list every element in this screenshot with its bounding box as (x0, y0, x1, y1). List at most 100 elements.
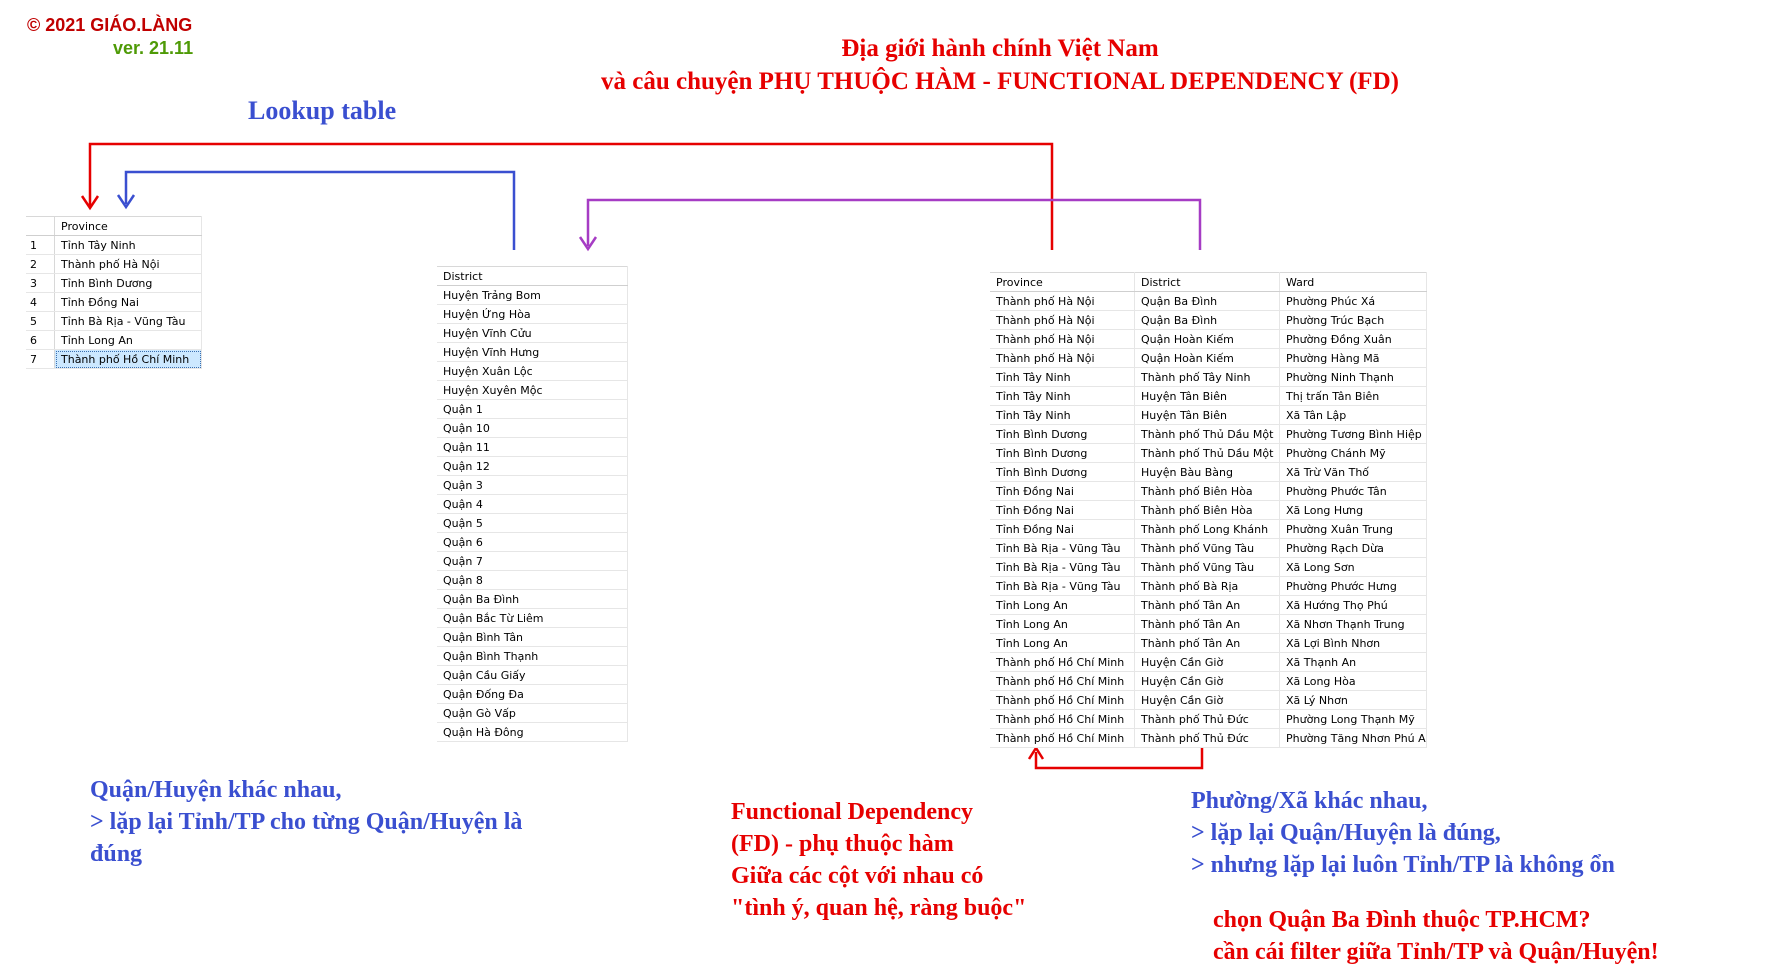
ward-cell[interactable]: Xã Long Sơn (1279, 557, 1427, 577)
district-row[interactable]: Quận 8 (437, 570, 628, 590)
ward-cell[interactable]: Xã Long Hòa (1279, 671, 1427, 691)
ward-district-cell[interactable]: Huyện Tân Biên (1134, 405, 1280, 425)
ward-district-cell[interactable]: Thành phố Biên Hòa (1134, 500, 1280, 520)
ward-province-column-header[interactable]: Province (990, 272, 1135, 292)
district-cell[interactable]: Quận 1 (437, 399, 628, 419)
district-row[interactable]: Quận 3 (437, 475, 628, 495)
ward-row[interactable]: Tỉnh Đồng Nai Thành phố Biên Hòa Phường Ph… (990, 481, 1427, 501)
district-cell[interactable]: Quận 10 (437, 418, 628, 438)
ward-district-cell[interactable]: Thành phố Tân An (1134, 595, 1280, 615)
district-column-header[interactable]: District (437, 266, 628, 286)
ward-cell[interactable]: Phường Tương Bình Hiệp (1279, 424, 1427, 444)
ward-row[interactable]: Thành phố Hồ Chí Minh Huyện Cần Giờ Xã Lon… (990, 671, 1427, 691)
ward-province-cell[interactable]: Thành phố Hà Nội (990, 310, 1135, 330)
ward-cell[interactable]: Xã Thạnh An (1279, 652, 1427, 672)
ward-province-cell[interactable]: Tỉnh Bình Dương (990, 424, 1135, 444)
ward-cell[interactable]: Xã Long Hưng (1279, 500, 1427, 520)
ward-row[interactable]: Thành phố Hà Nội Quận Ba Đình Phường Trúc … (990, 310, 1427, 330)
ward-province-cell[interactable]: Tỉnh Bình Dương (990, 443, 1135, 463)
ward-row[interactable]: Tỉnh Bình Dương Huyện Bàu Bàng Xã Trừ Văn … (990, 462, 1427, 482)
ward-cell[interactable]: Phường Phước Tân (1279, 481, 1427, 501)
province-cell[interactable]: Tỉnh Bình Dương (54, 273, 202, 293)
ward-district-cell[interactable]: Thành phố Thủ Dầu Một (1134, 424, 1280, 444)
ward-district-cell[interactable]: Quận Hoàn Kiếm (1134, 329, 1280, 349)
district-cell[interactable]: Quận Đống Đa (437, 684, 628, 704)
province-row[interactable]: 5 Tỉnh Bà Rịa - Vũng Tàu (26, 311, 202, 331)
ward-province-cell[interactable]: Tỉnh Tây Ninh (990, 405, 1135, 425)
district-row[interactable]: Huyện Xuyên Mộc (437, 380, 628, 400)
district-row[interactable]: Quận 1 (437, 399, 628, 419)
district-cell[interactable]: Quận Cầu Giấy (437, 665, 628, 685)
ward-row[interactable]: Tỉnh Đồng Nai Thành phố Long Khánh Phường … (990, 519, 1427, 539)
ward-cell[interactable]: Phường Phước Hưng (1279, 576, 1427, 596)
ward-province-cell[interactable]: Thành phố Hồ Chí Minh (990, 709, 1135, 729)
province-row[interactable]: 2 Thành phố Hà Nội (26, 254, 202, 274)
district-row[interactable]: Quận Bình Thạnh (437, 646, 628, 666)
district-cell[interactable]: Huyện Trảng Bom (437, 285, 628, 305)
district-cell[interactable]: Quận 11 (437, 437, 628, 457)
ward-row[interactable]: Tỉnh Long An Thành phố Tân An Xã Nhơn Thạn… (990, 614, 1427, 634)
district-row[interactable]: Quận Gò Vấp (437, 703, 628, 723)
ward-province-cell[interactable]: Thành phố Hà Nội (990, 329, 1135, 349)
district-cell[interactable]: Quận Gò Vấp (437, 703, 628, 723)
district-row[interactable]: Quận Ba Đình (437, 589, 628, 609)
district-cell[interactable]: Quận 4 (437, 494, 628, 514)
ward-district-cell[interactable]: Quận Ba Đình (1134, 291, 1280, 311)
ward-cell[interactable]: Xã Trừ Văn Thố (1279, 462, 1427, 482)
ward-cell[interactable]: Phường Đồng Xuân (1279, 329, 1427, 349)
ward-province-cell[interactable]: Tỉnh Bình Dương (990, 462, 1135, 482)
ward-district-cell[interactable]: Quận Ba Đình (1134, 310, 1280, 330)
ward-row[interactable]: Thành phố Hồ Chí Minh Huyện Cần Giờ Xã Thạ… (990, 652, 1427, 672)
ward-row[interactable]: Thành phố Hồ Chí Minh Thành phố Thủ Đức Ph… (990, 728, 1427, 748)
district-cell[interactable]: Quận 5 (437, 513, 628, 533)
ward-province-cell[interactable]: Tỉnh Bà Rịa - Vũng Tàu (990, 557, 1135, 577)
ward-ward-column-header[interactable]: Ward (1279, 272, 1427, 292)
ward-row[interactable]: Thành phố Hà Nội Quận Hoàn Kiếm Phường Hàn… (990, 348, 1427, 368)
ward-cell[interactable]: Xã Tân Lập (1279, 405, 1427, 425)
district-row[interactable]: Quận 11 (437, 437, 628, 457)
ward-district-cell[interactable]: Quận Hoàn Kiếm (1134, 348, 1280, 368)
ward-district-cell[interactable]: Thành phố Tân An (1134, 614, 1280, 634)
ward-province-cell[interactable]: Tỉnh Đồng Nai (990, 500, 1135, 520)
ward-cell[interactable]: Phường Ninh Thạnh (1279, 367, 1427, 387)
district-row[interactable]: Quận 12 (437, 456, 628, 476)
province-row[interactable]: 7 Thành phố Hồ Chí Minh (26, 349, 202, 369)
district-row[interactable]: Quận 7 (437, 551, 628, 571)
ward-cell[interactable]: Phường Phúc Xá (1279, 291, 1427, 311)
district-row[interactable]: Huyện Vĩnh Hưng (437, 342, 628, 362)
province-row[interactable]: 6 Tỉnh Long An (26, 330, 202, 350)
ward-cell[interactable]: Phường Trúc Bạch (1279, 310, 1427, 330)
ward-district-cell[interactable]: Thành phố Thủ Đức (1134, 728, 1280, 748)
ward-row[interactable]: Thành phố Hà Nội Quận Hoàn Kiếm Phường Đồn… (990, 329, 1427, 349)
province-cell[interactable]: Tỉnh Long An (54, 330, 202, 350)
district-cell[interactable]: Quận Hà Đông (437, 722, 628, 742)
ward-cell[interactable]: Phường Rạch Dừa (1279, 538, 1427, 558)
row-number-cell[interactable]: 2 (26, 254, 55, 274)
ward-district-cell[interactable]: Thành phố Vũng Tàu (1134, 538, 1280, 558)
district-row[interactable]: Quận 6 (437, 532, 628, 552)
ward-province-cell[interactable]: Tỉnh Đồng Nai (990, 481, 1135, 501)
ward-row[interactable]: Tỉnh Bà Rịa - Vũng Tàu Thành phố Vũng Tàu… (990, 557, 1427, 577)
district-row[interactable]: Huyện Xuân Lộc (437, 361, 628, 381)
district-cell[interactable]: Huyện Vĩnh Hưng (437, 342, 628, 362)
ward-cell[interactable]: Phường Chánh Mỹ (1279, 443, 1427, 463)
ward-province-cell[interactable]: Thành phố Hà Nội (990, 291, 1135, 311)
province-column-header[interactable]: Province (54, 216, 202, 236)
district-row[interactable]: Quận Bình Tân (437, 627, 628, 647)
district-cell[interactable]: Quận Bình Tân (437, 627, 628, 647)
district-cell[interactable]: Quận Ba Đình (437, 589, 628, 609)
ward-row[interactable]: Thành phố Hồ Chí Minh Thành phố Thủ Đức Ph… (990, 709, 1427, 729)
ward-cell[interactable]: Xã Lý Nhơn (1279, 690, 1427, 710)
district-cell[interactable]: Huyện Xuyên Mộc (437, 380, 628, 400)
district-row[interactable]: Quận Hà Đông (437, 722, 628, 742)
ward-district-cell[interactable]: Thành phố Tây Ninh (1134, 367, 1280, 387)
ward-province-cell[interactable]: Tỉnh Long An (990, 633, 1135, 653)
ward-province-cell[interactable]: Tỉnh Tây Ninh (990, 367, 1135, 387)
ward-district-cell[interactable]: Thành phố Bà Rịa (1134, 576, 1280, 596)
ward-row[interactable]: Tỉnh Bình Dương Thành phố Thủ Dầu Một Phườ… (990, 424, 1427, 444)
row-number-cell[interactable]: 1 (26, 235, 55, 255)
ward-cell[interactable]: Xã Hướng Thọ Phú (1279, 595, 1427, 615)
ward-row[interactable]: Tỉnh Tây Ninh Huyện Tân Biên Thị trấn Tân … (990, 386, 1427, 406)
district-cell[interactable]: Huyện Xuân Lộc (437, 361, 628, 381)
district-row[interactable]: Quận 4 (437, 494, 628, 514)
